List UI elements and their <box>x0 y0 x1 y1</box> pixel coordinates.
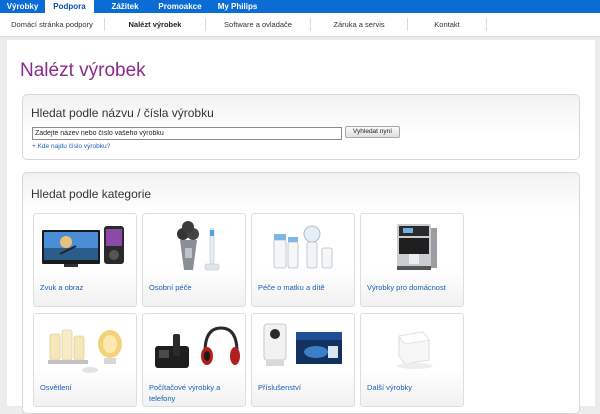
webcam-box-icon <box>263 323 342 366</box>
subnav-contact[interactable]: Kontakt <box>408 13 486 36</box>
tab-my-philips[interactable]: My Philips <box>206 0 269 13</box>
shaver-toothbrush-icon <box>177 221 220 271</box>
subnav-divider <box>486 18 487 31</box>
white-cube-icon <box>397 331 433 369</box>
product-search-input[interactable] <box>32 127 342 140</box>
phone-headphones-icon <box>155 326 240 368</box>
page-title: Nalézt výrobek <box>20 60 146 81</box>
top-nav: Výrobky Podpora Zážitek Promoakce My Phi… <box>0 0 600 13</box>
category-label: Osvětlení <box>40 383 72 392</box>
category-tile-other[interactable]: Další výrobky <box>360 313 464 407</box>
category-tile-personal-care[interactable]: Osobní péče <box>142 213 246 307</box>
tab-promoakce[interactable]: Promoakce <box>154 0 206 13</box>
category-label: Příslušenství <box>258 383 301 392</box>
sub-nav: Domácí stránka podpory Nalézt výrobek So… <box>0 13 600 37</box>
category-label: Další výrobky <box>367 383 413 392</box>
category-tile-computer-phones[interactable]: Počítačové výrobky a telefony <box>142 313 246 407</box>
category-label: Osobní péče <box>149 283 192 292</box>
tab-vyrobky[interactable]: Výrobky <box>0 0 45 13</box>
category-panel-title: Hledat podle kategorie <box>31 187 152 201</box>
lamps-icon <box>48 329 122 373</box>
main-content: Nalézt výrobek Hledat podle názvu / čísl… <box>7 40 595 414</box>
subnav-warranty-service[interactable]: Záruka a servis <box>311 13 407 36</box>
tab-podpora[interactable]: Podpora <box>45 0 94 13</box>
category-label: Zvuk a obraz <box>40 283 84 292</box>
category-tile-audio-video[interactable]: Zvuk a obraz <box>33 213 137 307</box>
category-tile-lighting[interactable]: Osvětlení <box>33 313 137 407</box>
tab-zazitek[interactable]: Zážitek <box>96 0 154 13</box>
category-panel: Hledat podle kategorie Zvuk a obraz Osob… <box>22 172 580 414</box>
category-label: Počítačové výrobky a telefony <box>149 383 221 403</box>
baby-bottles-breast-pump-icon <box>273 225 333 269</box>
category-label: Péče o matku a dítě <box>258 283 325 292</box>
subnav-support-home[interactable]: Domácí stránka podpory <box>0 13 104 36</box>
tv-mp3-player-icon <box>42 226 124 267</box>
where-find-number-link[interactable]: + Kde najdu číslo výrobku? <box>32 143 110 150</box>
category-tile-mother-child[interactable]: Péče o matku a dítě <box>251 213 355 307</box>
subnav-software-drivers[interactable]: Software a ovladače <box>206 13 310 36</box>
search-panel: Hledat podle názvu / čísla výrobku Vyhle… <box>22 94 580 160</box>
search-now-button[interactable]: Vyhledat nyní <box>345 126 400 138</box>
category-tile-accessories[interactable]: Příslušenství <box>251 313 355 407</box>
category-tile-household[interactable]: Výrobky pro domácnost <box>360 213 464 307</box>
category-label: Výrobky pro domácnost <box>367 283 446 292</box>
search-panel-title: Hledat podle názvu / čísla výrobku <box>31 106 214 120</box>
subnav-find-product[interactable]: Nalézt výrobek <box>105 13 205 36</box>
espresso-machine-icon <box>397 224 437 270</box>
